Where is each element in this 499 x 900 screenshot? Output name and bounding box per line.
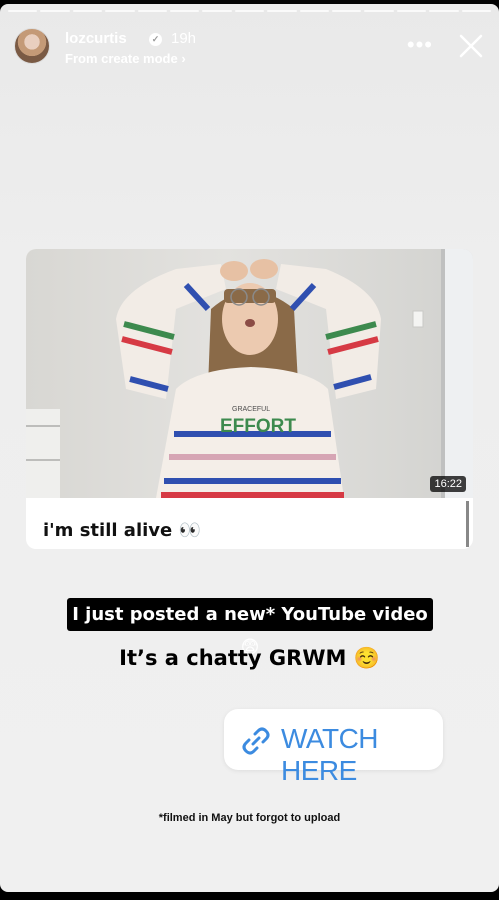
sweater-text: EFFORT: [220, 416, 296, 437]
watch-here-link-sticker[interactable]: WATCH HERE: [224, 709, 443, 786]
watch-here-label[interactable]: WATCH HERE: [281, 723, 443, 787]
video-duration: 16:22: [430, 476, 466, 492]
link-icon: [242, 727, 270, 755]
close-icon[interactable]: [457, 32, 485, 60]
avatar[interactable]: [14, 28, 50, 64]
youtube-video-card[interactable]: GRACEFUL EFFORT 16:22 i'm still alive 👀: [26, 249, 473, 549]
post-time: 19h: [171, 30, 197, 47]
story-header: lozcurtis ✓ 19h From create mode › •••: [14, 26, 487, 70]
create-mode-link[interactable]: From create mode ›: [65, 51, 186, 66]
caption-posted-video: I just posted a new* YouTube video 😨: [67, 598, 433, 658]
story-progress-bar: [8, 10, 492, 12]
card-divider: [466, 501, 469, 547]
thumbnail-illustration: GRACEFUL EFFORT: [26, 249, 473, 498]
story-screen: lozcurtis ✓ 19h From create mode › ••• G…: [0, 4, 499, 892]
more-options-icon[interactable]: •••: [407, 32, 433, 58]
video-thumbnail[interactable]: GRACEFUL EFFORT 16:22: [26, 249, 473, 498]
caption-grwm: It’s a chatty GRWM ☺️: [119, 646, 380, 670]
video-title[interactable]: i'm still alive 👀: [43, 520, 201, 541]
footnote: *filmed in May but forgot to upload: [158, 812, 341, 824]
username[interactable]: lozcurtis: [65, 30, 127, 47]
verified-badge-icon: ✓: [149, 33, 162, 46]
sweater-small-text: GRACEFUL: [232, 406, 270, 413]
